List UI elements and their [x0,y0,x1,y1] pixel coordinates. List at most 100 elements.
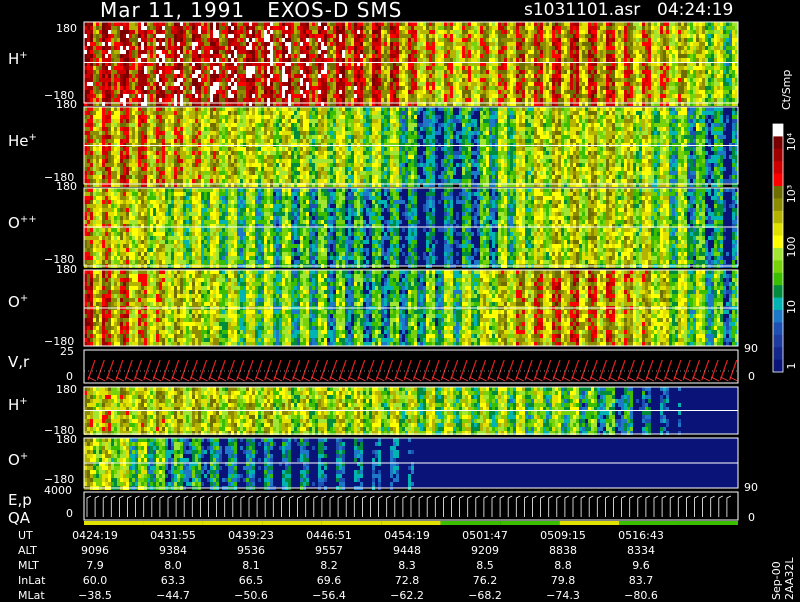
spectrogram-cell [408,70,411,74]
spectrogram-cell [96,66,99,70]
spectrogram-cell [573,38,576,42]
spectrogram-cell [90,50,93,54]
spectrogram-cell [324,42,327,46]
spectrogram-cell [717,38,720,42]
spectrogram-cell [144,119,147,123]
spectrogram-cell [375,90,378,94]
spectrogram-cell [123,86,126,90]
spectrogram-cell [174,78,177,82]
spectrogram-cell [339,98,342,102]
spectrogram-cell [306,50,309,54]
spectrogram-cell [279,66,282,70]
spectrogram-cell [438,90,441,94]
spectrogram-cell [468,46,471,50]
spectrogram-cell [651,94,654,98]
spectrogram-cell [198,58,201,62]
spectrogram-cell [141,171,144,175]
spectrogram-cell [486,86,489,90]
spectrogram-cell [657,78,660,82]
spectrogram-cell [660,54,663,58]
spectrogram-cell [261,58,264,62]
spectrogram-cell [489,86,492,90]
spectrogram-cell [549,78,552,82]
spectrogram-cell [534,94,537,98]
spectrogram-cell [153,86,156,90]
spectrogram-cell [657,42,660,46]
spectrogram-cell [450,94,453,98]
spectrogram-cell [504,54,507,58]
spectrogram-cell [105,82,108,86]
spectrogram-cell [591,98,594,102]
spectrogram-cell [633,50,636,54]
spectrogram-cell [549,34,552,38]
spectrogram-cell [138,30,141,34]
spectrogram-cell [702,58,705,62]
spectrogram-cell [528,70,531,74]
spectrogram-cell [387,66,390,70]
spectrogram-cell [135,159,138,163]
spectrogram-cell [696,34,699,38]
spectrogram-cell [135,111,138,115]
spectrogram-cell [315,50,318,54]
spectrogram-cell [420,82,423,86]
spectrogram-cell [510,50,513,54]
spectrogram-cell [126,58,129,62]
spectrogram-cell [327,58,330,62]
spectrogram-cell [705,34,708,38]
spectrogram-cell [219,54,222,58]
spectrogram-cell [405,30,408,34]
spectrogram-cell [531,78,534,82]
spectrogram-cell [366,74,369,78]
spectrogram-cell [384,30,387,34]
spectrogram-cell [246,66,249,70]
spectrogram-cell [129,42,132,46]
spectrogram-cell [102,82,105,86]
spectrogram-cell [543,78,546,82]
spectrogram-cell [423,22,426,26]
spectrogram-cell [711,38,714,42]
spectrogram-cell [93,147,96,151]
spectrogram-cell [336,78,339,82]
spectrogram-cell [348,54,351,58]
spectrogram-cell [135,171,138,175]
spectrogram-cell [294,50,297,54]
spectrogram-cell [504,78,507,82]
spectrogram-cell [651,22,654,26]
spectrogram-cell [261,90,264,94]
spectrogram-cell [342,30,345,34]
spectrogram-cell [129,98,132,102]
spectrogram-cell [189,70,192,74]
spectrogram-cell [156,70,159,74]
spectrogram-cell [372,54,375,58]
spectrogram-cell [702,74,705,78]
spectrogram-cell [687,78,690,82]
spectrogram-cell [177,74,180,78]
spectrogram-cell [450,74,453,78]
spectrogram-cell [165,82,168,86]
spectrogram-cell [507,42,510,46]
spectrogram-cell [306,66,309,70]
spectrogram-cell [231,46,234,50]
spectrogram-cell [684,90,687,94]
spectrogram-cell [333,50,336,54]
spectrogram-cell [285,66,288,70]
spectrogram-cell [357,94,360,98]
spectrogram-cell [159,82,162,86]
spectrogram-cell [123,98,126,102]
spectrogram-cell [399,30,402,34]
spectrogram-cell [666,98,669,102]
spectrogram-cell [450,46,453,50]
spectrogram-cell [129,74,132,78]
spectrogram-cell [111,115,114,119]
spectrogram-cell [384,58,387,62]
spectrogram-cell [171,70,174,74]
spectrogram-cell [732,38,735,42]
spectrogram-cell [642,54,645,58]
spectrogram-cell [162,34,165,38]
spectrogram-cell [258,82,261,86]
spectrogram-cell [696,42,699,46]
spectrogram-cell [231,78,234,82]
spectrogram-cell [465,22,468,26]
spectrogram-cell [141,58,144,62]
spectrogram-cell [150,38,153,42]
